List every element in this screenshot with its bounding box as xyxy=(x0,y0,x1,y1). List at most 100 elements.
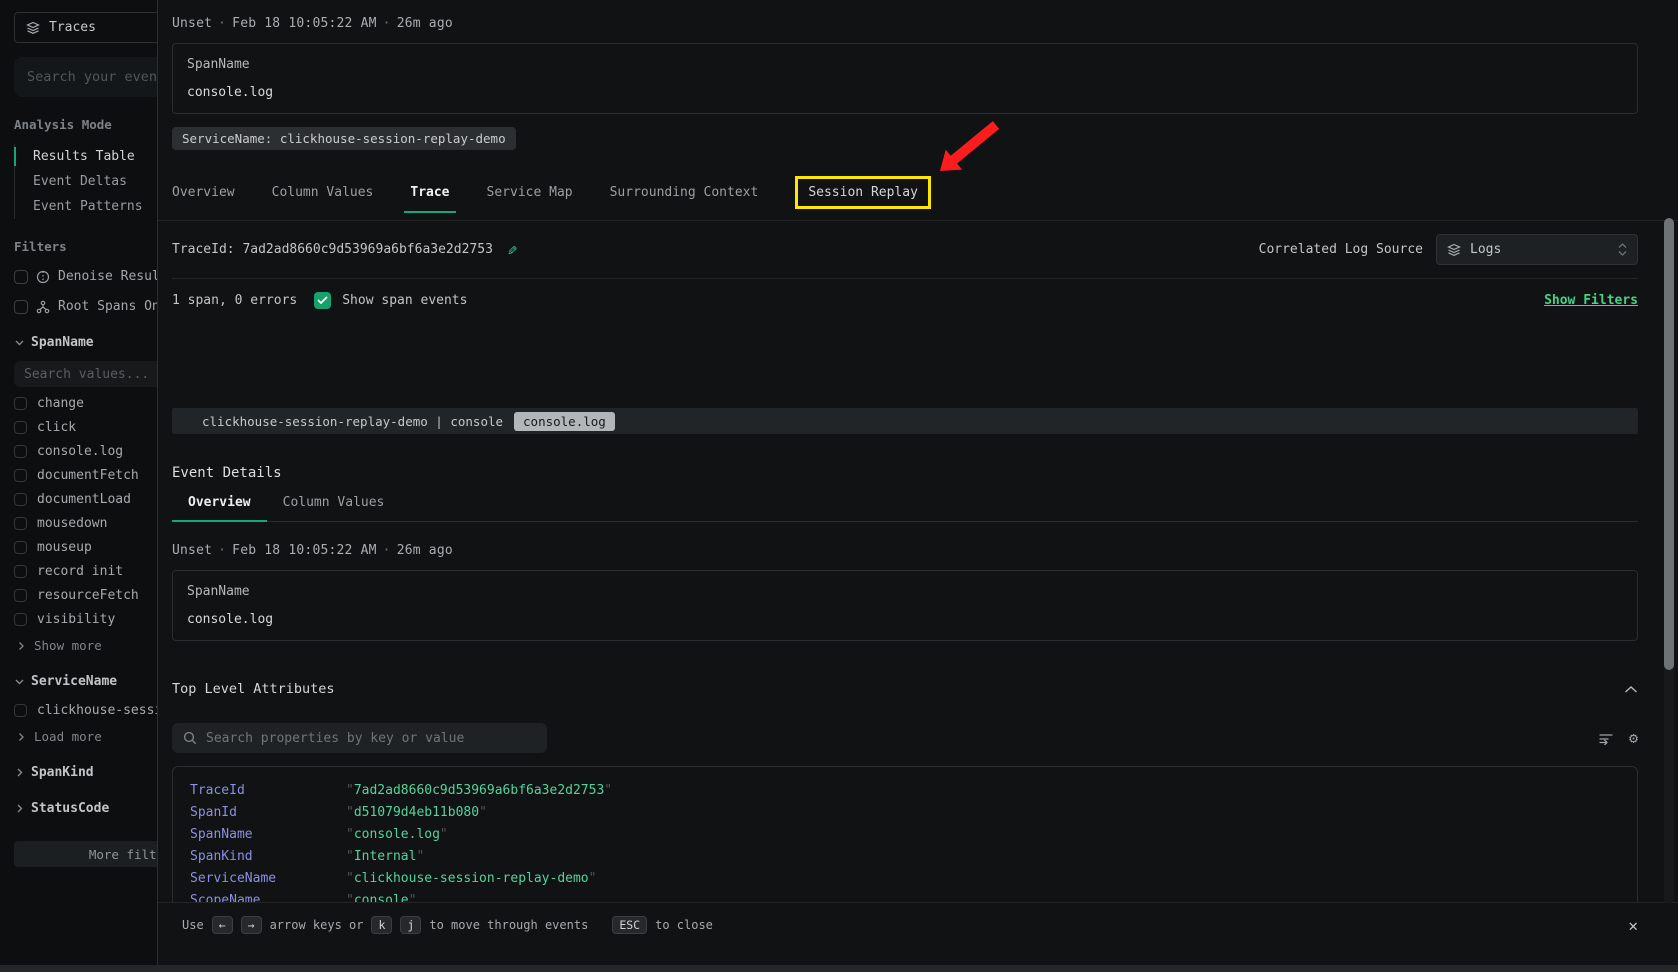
root-spans-toggle[interactable]: Root Spans Only xyxy=(14,299,157,314)
edit-pencil-icon[interactable]: ✎ xyxy=(508,241,517,259)
filters-label: Filters xyxy=(14,239,157,254)
option-checkbox[interactable] xyxy=(14,421,27,434)
waterfall-span-bar[interactable]: clickhouse-session-replay-demo | console… xyxy=(172,408,1638,434)
chevron-right-icon xyxy=(14,803,25,814)
kbd-arrow-left: ← xyxy=(212,916,233,934)
analysis-mode-label: Analysis Mode xyxy=(14,117,157,132)
option-checkbox[interactable] xyxy=(14,541,27,554)
attribute-row[interactable]: TraceId7ad2ad8660c9d53969a6bf6a3e2d2753 xyxy=(173,779,1637,801)
show-filters-link[interactable]: Show Filters xyxy=(1544,293,1638,308)
attribute-value: Internal xyxy=(346,849,424,864)
load-more-label: Load more xyxy=(34,729,102,744)
filter-group-spanname-label: SpanName xyxy=(31,335,94,350)
event-details-tab-column-values[interactable]: Column Values xyxy=(267,495,401,521)
relative-time-text: 26m ago xyxy=(397,543,453,558)
event-search-input[interactable]: Search your event xyxy=(14,57,157,97)
filter-option[interactable]: mouseup xyxy=(14,540,157,555)
source-selector-label: Traces xyxy=(49,20,96,35)
bottom-strip xyxy=(0,965,1678,972)
option-checkbox[interactable] xyxy=(14,517,27,530)
close-icon[interactable]: ✕ xyxy=(1628,918,1638,934)
show-span-events-checkbox[interactable] xyxy=(314,292,331,309)
mode-event-patterns[interactable]: Event Patterns xyxy=(15,194,157,219)
filter-group-spankind[interactable]: SpanKind xyxy=(14,765,157,780)
filter-option[interactable]: resourceFetch xyxy=(14,588,157,603)
filter-option[interactable]: visibility xyxy=(14,612,157,627)
option-checkbox[interactable] xyxy=(14,397,27,410)
tab-trace[interactable]: Trace xyxy=(410,181,449,204)
tab-column-values[interactable]: Column Values xyxy=(272,181,374,204)
attribute-key: SpanKind xyxy=(190,849,346,864)
status-text: Unset xyxy=(172,16,212,31)
filter-group-servicename[interactable]: ServiceName xyxy=(14,674,157,689)
filter-option[interactable]: console.log xyxy=(14,444,157,459)
attributes-search-input[interactable]: Search properties by key or value xyxy=(172,723,547,753)
option-checkbox[interactable] xyxy=(14,565,27,578)
collapse-chevron-up-icon[interactable] xyxy=(1624,685,1638,694)
spanname-values-search-input[interactable]: Search values... xyxy=(14,361,157,387)
tab-session-replay[interactable]: Session Replay xyxy=(795,176,931,209)
event-details-tabs: Overview Column Values xyxy=(172,495,1638,522)
mode-event-deltas[interactable]: Event Deltas xyxy=(15,169,157,194)
span-name-card-label: SpanName xyxy=(187,584,1623,599)
filter-option[interactable]: record init xyxy=(14,564,157,579)
attribute-row[interactable]: SpanKindInternal xyxy=(173,845,1637,867)
hint-use-text: Use xyxy=(182,918,204,932)
tab-service-map[interactable]: Service Map xyxy=(487,181,573,204)
mode-results-table[interactable]: Results Table xyxy=(15,144,157,169)
filter-option[interactable]: documentLoad xyxy=(14,492,157,507)
option-checkbox[interactable] xyxy=(14,493,27,506)
tab-overview[interactable]: Overview xyxy=(172,181,235,204)
log-source-select[interactable]: Logs xyxy=(1436,234,1638,265)
event-details-tab-overview[interactable]: Overview xyxy=(172,495,267,521)
span-name-card: SpanName console.log xyxy=(172,570,1638,641)
filter-option[interactable]: documentFetch xyxy=(14,468,157,483)
attribute-key: TraceId xyxy=(190,783,346,798)
denoise-results-toggle[interactable]: Denoise Results xyxy=(14,269,157,284)
filter-option[interactable]: click xyxy=(14,420,157,435)
denoise-checkbox[interactable] xyxy=(14,270,28,284)
chevron-down-icon xyxy=(14,337,25,348)
filter-group-statuscode[interactable]: StatusCode xyxy=(14,801,157,816)
tab-surrounding-context[interactable]: Surrounding Context xyxy=(610,181,759,204)
option-checkbox[interactable] xyxy=(14,589,27,602)
log-source-value: Logs xyxy=(1470,242,1501,257)
attribute-row[interactable]: SpanNameconsole.log xyxy=(173,823,1637,845)
spanname-show-more[interactable]: Show more xyxy=(14,638,157,653)
denoise-icon xyxy=(36,270,50,284)
sidebar: Traces Search your event Analysis Mode R… xyxy=(0,0,157,972)
option-label: console.log xyxy=(37,444,123,459)
app-window: Traces Search your event Analysis Mode R… xyxy=(0,0,1678,972)
attribute-value: d51079d4eb11b080 xyxy=(346,805,487,820)
correlated-log-source-label: Correlated Log Source xyxy=(1259,242,1423,257)
separator-dot: · xyxy=(377,543,397,558)
filter-option[interactable]: clickhouse-sessi xyxy=(14,703,157,718)
panel-scrollbar[interactable] xyxy=(1664,218,1674,904)
separator-dot: · xyxy=(212,16,232,31)
attribute-row[interactable]: ServiceNameclickhouse-session-replay-dem… xyxy=(173,867,1637,889)
option-checkbox[interactable] xyxy=(14,613,27,626)
kbd-j: j xyxy=(400,916,421,934)
select-chevrons-icon xyxy=(1618,243,1627,256)
attribute-row[interactable]: SpanIdd51079d4eb11b080 xyxy=(173,801,1637,823)
option-checkbox[interactable] xyxy=(14,704,27,717)
option-label: resourceFetch xyxy=(37,588,139,603)
tab-session-replay-label: Session Replay xyxy=(808,185,918,200)
timestamp-text: Feb 18 10:05:22 AM xyxy=(232,543,376,558)
more-filters-button[interactable]: More filters xyxy=(14,841,157,867)
option-checkbox[interactable] xyxy=(14,445,27,458)
option-checkbox[interactable] xyxy=(14,469,27,482)
option-label: documentLoad xyxy=(37,492,131,507)
filter-group-spanname[interactable]: SpanName xyxy=(14,335,157,350)
filter-option[interactable]: change xyxy=(14,396,157,411)
root-spans-checkbox[interactable] xyxy=(14,300,28,314)
service-name-badge[interactable]: ServiceName: clickhouse-session-replay-d… xyxy=(172,127,516,150)
panel-scrollbar-thumb[interactable] xyxy=(1664,218,1674,670)
filter-option[interactable]: mousedown xyxy=(14,516,157,531)
source-selector-traces[interactable]: Traces xyxy=(14,12,157,43)
gear-icon[interactable]: ⚙ xyxy=(1629,731,1638,746)
spanname-search-placeholder: Search values... xyxy=(24,367,149,382)
waterfall-span-badge: console.log xyxy=(514,412,615,431)
servicename-load-more[interactable]: Load more xyxy=(14,729,157,744)
arrange-lines-icon[interactable] xyxy=(1598,731,1614,745)
